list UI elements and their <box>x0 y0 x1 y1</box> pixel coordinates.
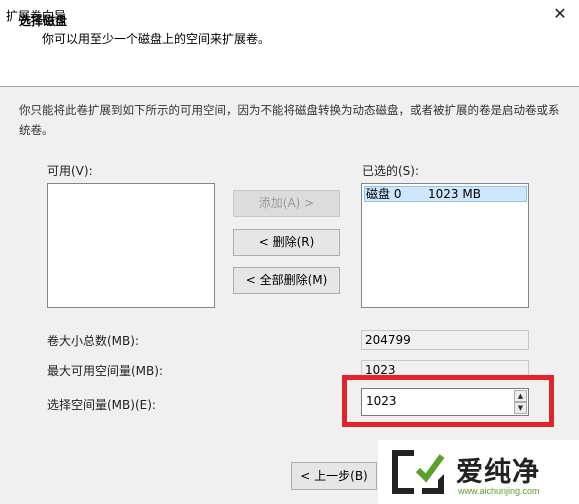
back-button[interactable]: < 上一步(B) <box>291 462 377 490</box>
add-button[interactable]: 添加(A) > <box>233 190 340 217</box>
selected-disks-list[interactable]: 磁盘 0 1023 MB <box>361 183 529 308</box>
description-text: 你只能将此卷扩展到如下所示的可用空间，因为不能将磁盘转换为动态磁盘，或者被扩展的… <box>19 103 560 137</box>
title-bar <box>0 0 579 30</box>
selected-label: 已选的(S): <box>362 164 420 178</box>
watermark-logo-icon <box>392 450 445 494</box>
available-disks-list[interactable] <box>47 183 215 308</box>
close-icon[interactable]: ✕ <box>548 3 572 25</box>
max-space-label: 最大可用空间量(MB): <box>47 364 163 378</box>
page-subtitle: 你可以用至少一个磁盘上的空间来扩展卷。 <box>42 32 271 46</box>
disk-name: 磁盘 0 <box>366 187 402 201</box>
watermark-text: 爱纯净 <box>456 457 540 488</box>
page-title: 选择磁盘 <box>19 14 68 28</box>
select-space-label: 选择空间量(MB)(E): <box>47 398 156 412</box>
watermark-url: www.aichunjing.com <box>458 486 540 496</box>
total-size-label: 卷大小总数(MB): <box>47 334 139 348</box>
remove-button[interactable]: < 删除(R) <box>233 229 340 256</box>
available-label: 可用(V): <box>47 164 93 178</box>
total-size-value: 204799 <box>361 330 529 350</box>
remove-all-button[interactable]: < 全部删除(M) <box>233 267 340 294</box>
list-item[interactable]: 磁盘 0 1023 MB <box>364 186 527 202</box>
highlight-box <box>342 375 554 427</box>
disk-size: 1023 MB <box>428 187 481 201</box>
